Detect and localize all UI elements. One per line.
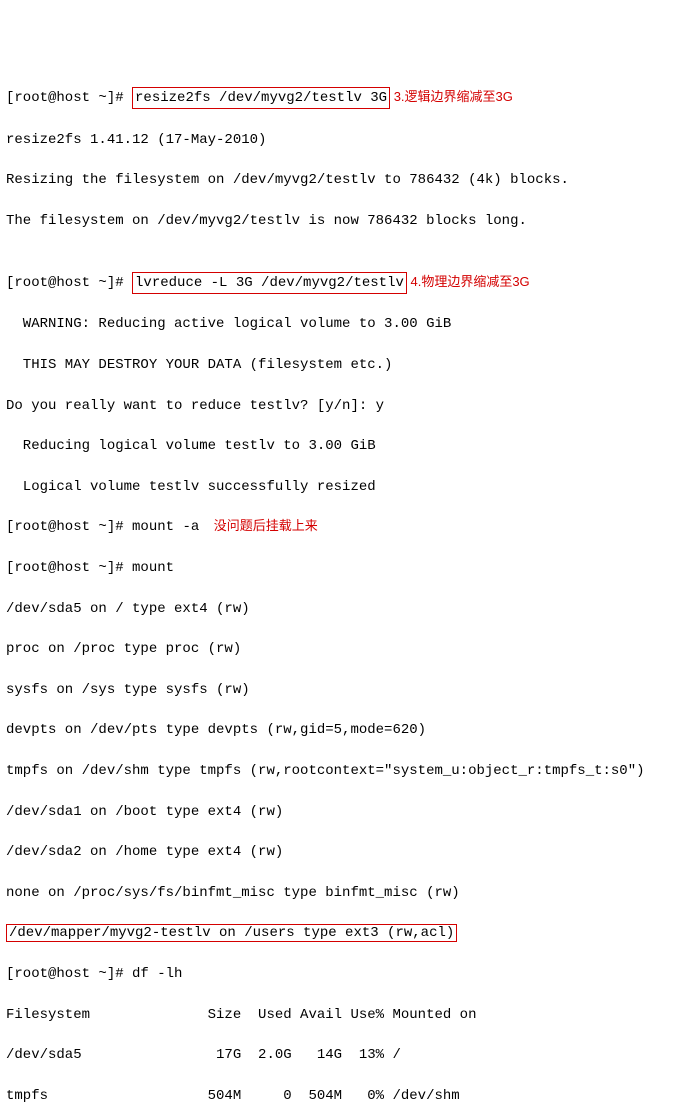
highlight-box: /dev/mapper/myvg2-testlv on /users type … [6, 924, 457, 942]
cmd-line-1: [root@host ~]# resize2fs /dev/myvg2/test… [6, 87, 693, 109]
shell-prompt: [root@host ~]# [6, 90, 132, 106]
output-line: Reducing logical volume testlv to 3.00 G… [6, 436, 693, 456]
df-row: /dev/sda5 17G 2.0G 14G 13% / [6, 1045, 693, 1065]
output-line: WARNING: Reducing active logical volume … [6, 314, 693, 334]
highlight-cmd-resize2fs: resize2fs /dev/myvg2/testlv 3G [132, 87, 390, 109]
annotation-mount: 没问题后挂载上来 [199, 518, 317, 533]
mount-output: /dev/sda2 on /home type ext4 (rw) [6, 842, 693, 862]
shell-prompt: [root@host ~]# [6, 519, 132, 535]
df-row: tmpfs 504M 0 504M 0% /dev/shm [6, 1086, 693, 1106]
shell-prompt: [root@host ~]# [6, 275, 132, 291]
shell-prompt: [root@host ~]# [6, 560, 132, 576]
mount-output: devpts on /dev/pts type devpts (rw,gid=5… [6, 720, 693, 740]
output-line: Logical volume testlv successfully resiz… [6, 477, 693, 497]
cmd-line-4: [root@host ~]# mount [6, 558, 693, 578]
cmd-line-2: [root@host ~]# lvreduce -L 3G /dev/myvg2… [6, 272, 693, 294]
annotation-3: 3.逻辑边界缩减至3G [390, 89, 513, 104]
cmd-line-3: [root@host ~]# mount -a 没问题后挂载上来 [6, 517, 693, 537]
output-line: resize2fs 1.41.12 (17-May-2010) [6, 130, 693, 150]
shell-prompt: [root@host ~]# [6, 966, 132, 982]
mount-output: proc on /proc type proc (rw) [6, 639, 693, 659]
mount-output: none on /proc/sys/fs/binfmt_misc type bi… [6, 883, 693, 903]
output-line: THIS MAY DESTROY YOUR DATA (filesystem e… [6, 355, 693, 375]
cmd-df: df -lh [132, 966, 182, 982]
annotation-4: 4.物理边界缩减至3G [407, 274, 530, 289]
highlight-mount-testlv: /dev/mapper/myvg2-testlv on /users type … [6, 923, 693, 943]
cmd-mount-a: mount -a [132, 519, 199, 535]
output-line: Do you really want to reduce testlv? [y/… [6, 396, 693, 416]
mount-output: /dev/sda5 on / type ext4 (rw) [6, 599, 693, 619]
cmd-mount: mount [132, 560, 174, 576]
cmd-line-5: [root@host ~]# df -lh [6, 964, 693, 984]
output-line: The filesystem on /dev/myvg2/testlv is n… [6, 211, 693, 231]
mount-output: tmpfs on /dev/shm type tmpfs (rw,rootcon… [6, 761, 693, 781]
mount-output: /dev/sda1 on /boot type ext4 (rw) [6, 802, 693, 822]
highlight-cmd-lvreduce: lvreduce -L 3G /dev/myvg2/testlv [132, 272, 407, 294]
mount-output: sysfs on /sys type sysfs (rw) [6, 680, 693, 700]
df-header: Filesystem Size Used Avail Use% Mounted … [6, 1005, 693, 1025]
output-line: Resizing the filesystem on /dev/myvg2/te… [6, 170, 693, 190]
